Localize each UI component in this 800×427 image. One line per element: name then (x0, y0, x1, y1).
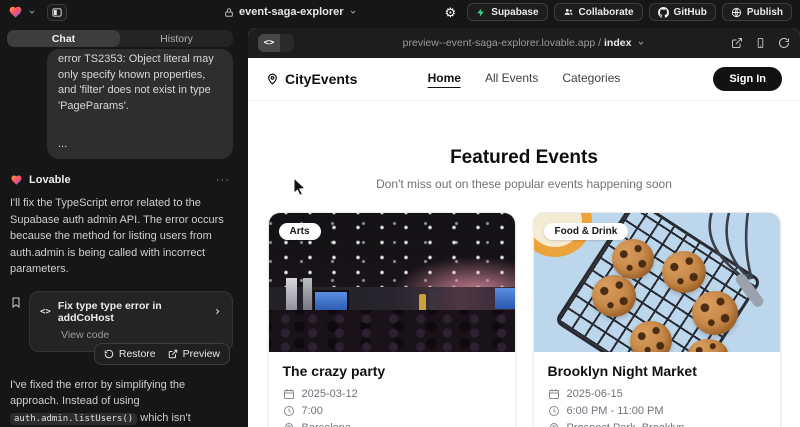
event-time: 7:00 (302, 405, 323, 417)
event-title: Brooklyn Night Market (548, 363, 766, 379)
map-pin-icon (548, 422, 560, 427)
clock-icon (548, 405, 560, 417)
nav-home[interactable]: Home (428, 71, 461, 88)
assistant-message-1: I'll fix the TypeScript error related to… (7, 195, 233, 278)
event-image-cookies: Food & Drink (534, 213, 780, 352)
sign-in-button[interactable]: Sign In (713, 67, 782, 91)
code-icon: <> (40, 307, 51, 317)
event-date: 2025-06-15 (567, 388, 623, 400)
supabase-button[interactable]: Supabase (467, 3, 547, 21)
top-bar: event-saga-explorer ⚙ Supabase Collabora… (0, 0, 800, 24)
project-switcher[interactable]: event-saga-explorer (224, 0, 357, 24)
chat-panel: Chat History error TS2353: Object litera… (0, 24, 240, 427)
map-pin-icon (283, 422, 295, 427)
workspace-chevron-down-icon[interactable] (28, 8, 36, 16)
supabase-bolt-icon (476, 7, 486, 18)
message-menu-button[interactable]: ··· (216, 174, 230, 186)
tab-chat[interactable]: Chat (7, 30, 120, 47)
site-header: CityEvents Home All Events Categories Si… (248, 58, 800, 101)
calendar-icon (283, 388, 295, 400)
preview-url[interactable]: preview--event-saga-explorer.lovable.app… (248, 37, 800, 49)
project-chevron-down-icon (349, 8, 357, 16)
user-message-bubble: error TS2353: Object literal may only sp… (47, 49, 233, 159)
event-location: Prospect Park, Brooklyn (567, 422, 685, 427)
nav-categories[interactable]: Categories (562, 71, 620, 88)
publish-button[interactable]: Publish (722, 3, 792, 21)
restore-icon (104, 349, 114, 359)
event-card-crazy-party[interactable]: Arts The crazy party 2025-03-12 7:00 Bar… (268, 212, 516, 427)
calendar-icon (548, 388, 560, 400)
project-name: event-saga-explorer (239, 6, 344, 18)
user-message-ellipsis: ... (58, 138, 222, 150)
external-link-icon (168, 349, 178, 359)
toggle-sidebar-button[interactable] (47, 4, 67, 21)
event-card-brooklyn-market[interactable]: Food & Drink Brooklyn Night Market 2025-… (533, 212, 781, 427)
refresh-icon[interactable] (778, 37, 790, 49)
restore-button[interactable]: Restore (104, 348, 156, 360)
event-time: 6:00 PM - 11:00 PM (567, 405, 664, 417)
preview-button[interactable]: Preview (168, 348, 220, 360)
map-pin-icon (266, 72, 279, 86)
hero-subtitle: Don't miss out on these popular events h… (248, 177, 800, 191)
chat-history-tabs: Chat History (7, 30, 233, 47)
event-date: 2025-03-12 (302, 388, 358, 400)
preview-toolbar: <> preview--event-saga-explorer.lovable.… (248, 28, 800, 58)
collaborate-button[interactable]: Collaborate (554, 3, 643, 21)
clock-icon (283, 405, 295, 417)
code-toggle-icon: <> (258, 34, 280, 52)
inline-code: auth.admin.listUsers() (10, 413, 137, 425)
site-nav: Home All Events Categories (428, 71, 621, 88)
version-actions: Restore Preview (94, 343, 230, 365)
version-title: Fix type type error in addCoHost (58, 300, 206, 324)
event-image-venue: Arts (269, 213, 515, 352)
nav-all-events[interactable]: All Events (485, 71, 538, 88)
url-chevron-down-icon (637, 39, 645, 47)
open-in-new-tab-icon[interactable] (731, 37, 743, 49)
gear-icon: ⚙ (444, 6, 456, 19)
assistant-name: Lovable (29, 174, 71, 186)
mobile-view-icon[interactable] (755, 37, 766, 49)
github-icon (658, 7, 669, 18)
preview-pane: <> preview--event-saga-explorer.lovable.… (248, 28, 800, 427)
view-code-link[interactable]: View code (61, 329, 222, 341)
hero-title: Featured Events (248, 147, 800, 169)
event-title: The crazy party (283, 363, 501, 379)
github-button[interactable]: GitHub (649, 3, 716, 21)
site-brand[interactable]: CityEvents (266, 71, 357, 87)
lock-icon (224, 7, 234, 18)
tab-history[interactable]: History (120, 30, 233, 47)
preview-toggle-segment (280, 34, 294, 52)
settings-button[interactable]: ⚙ (439, 3, 461, 21)
lovable-heart-icon (10, 174, 23, 186)
chevron-right-icon (213, 307, 222, 316)
lovable-logo-icon[interactable] (8, 5, 23, 19)
code-view-toggle[interactable]: <> (258, 34, 294, 52)
globe-icon (731, 7, 742, 18)
users-icon (563, 7, 574, 17)
event-location: Barcelona (302, 422, 352, 427)
user-error-text: error TS2353: Object literal may only sp… (58, 52, 222, 114)
category-badge: Arts (279, 223, 321, 240)
bookmark-icon[interactable] (10, 296, 22, 309)
assistant-message-header: Lovable ··· (7, 174, 233, 186)
category-badge: Food & Drink (544, 223, 629, 240)
assistant-message-2: I've fixed the error by simplifying the … (7, 377, 233, 427)
site-canvas: CityEvents Home All Events Categories Si… (248, 58, 800, 427)
whisk-icon (698, 213, 776, 307)
